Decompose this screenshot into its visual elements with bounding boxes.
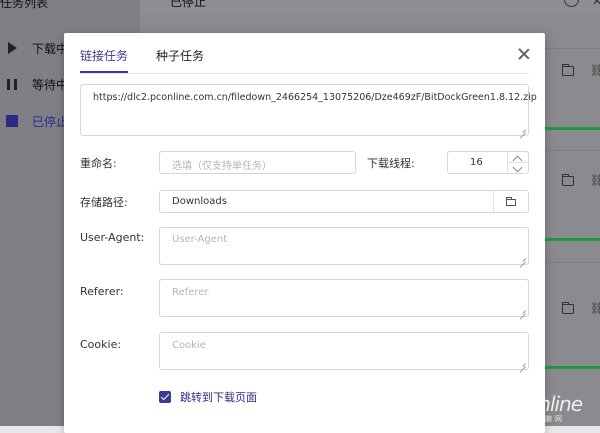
sidebar-item-label: 等待中 [32, 77, 69, 92]
close-icon[interactable] [517, 47, 531, 61]
sidebar-item-label: 下载中 [32, 41, 69, 56]
close-icon[interactable]: ✕ [592, 0, 600, 8]
rename-placeholder: 选填（仅支持单任务） [172, 161, 272, 172]
sidebar-title: 任务列表 [0, 0, 49, 10]
folder-icon [506, 197, 516, 206]
rename-input[interactable]: 选填（仅支持单任务） [159, 151, 356, 174]
folder-icon[interactable] [562, 302, 574, 314]
save-path-value: Downloads [172, 196, 227, 207]
save-path-label: 存储路径: [80, 196, 128, 209]
link-icon[interactable]: ⛓ [590, 174, 600, 187]
chevron-down-icon[interactable] [512, 162, 523, 173]
user-agent-label: User-Agent: [80, 231, 145, 244]
watermark-subtitle: 太平洋电脑网 [505, 415, 565, 423]
rename-label: 重命名: [80, 157, 117, 170]
link-icon[interactable]: ⛓ [590, 64, 600, 77]
top-bar [140, 0, 600, 14]
threads-label: 下载线程: [367, 157, 415, 170]
tab-torrent-task[interactable]: 种子任务 [156, 47, 204, 64]
progress-bar [545, 366, 600, 369]
stepper-buttons[interactable] [507, 152, 528, 173]
folder-icon[interactable] [562, 174, 574, 186]
user-agent-textarea[interactable]: User-Agent [159, 227, 529, 265]
sidebar-item-label: 已停止 [32, 114, 69, 129]
url-text: https://dlc2.pconline.com.cn/filedown_24… [93, 92, 537, 103]
status-title: 已停止 [170, 0, 207, 9]
row-divider [545, 48, 600, 49]
folder-icon[interactable] [562, 64, 574, 76]
cookie-placeholder: Cookie [172, 340, 206, 351]
jump-to-download-checkbox[interactable] [159, 391, 171, 403]
resize-handle-icon[interactable] [519, 126, 526, 133]
cookie-label: Cookie: [80, 338, 122, 351]
tab-link-task[interactable]: 链接任务 [80, 47, 128, 64]
referer-textarea[interactable]: Referer [159, 279, 529, 317]
resize-handle-icon[interactable] [519, 307, 526, 314]
threads-stepper[interactable]: 16 [447, 151, 529, 174]
url-textarea[interactable]: https://dlc2.pconline.com.cn/filedown_24… [80, 84, 537, 136]
progress-bar [545, 238, 600, 241]
progress-bar [545, 127, 600, 130]
referer-label: Referer: [80, 285, 124, 298]
row-divider [545, 150, 600, 151]
referer-placeholder: Referer [172, 287, 209, 298]
tab-divider [80, 73, 529, 74]
user-agent-placeholder: User-Agent [172, 234, 228, 245]
play-icon [6, 42, 18, 54]
save-path-input[interactable]: Downloads [159, 190, 529, 213]
threads-value: 16 [470, 157, 483, 168]
pause-icon [6, 78, 18, 90]
cookie-textarea[interactable]: Cookie [159, 332, 529, 370]
link-icon[interactable]: ⛓ [590, 302, 600, 315]
new-task-dialog: 链接任务 种子任务 https://dlc2.pconline.com.cn/f… [64, 33, 545, 433]
browse-folder-button[interactable] [493, 191, 528, 212]
stop-icon [6, 115, 18, 127]
jump-to-download-label[interactable]: 跳转到下载页面 [180, 389, 257, 405]
resize-handle-icon[interactable] [519, 255, 526, 262]
row-divider [545, 262, 600, 263]
watermark-logo: PConline [503, 392, 583, 416]
resize-handle-icon[interactable] [519, 360, 526, 367]
